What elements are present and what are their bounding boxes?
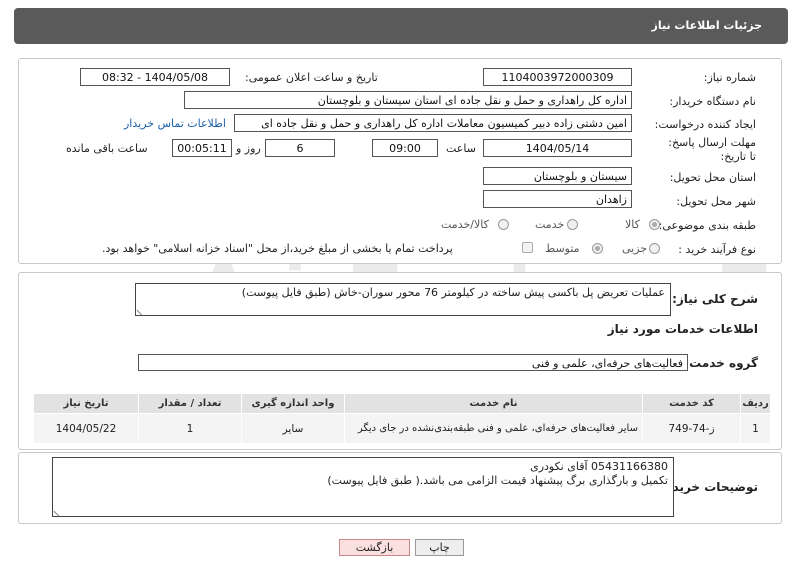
service-group-field: فعالیت‌های حرفه‌ای، علمی و فنی	[138, 354, 688, 371]
col-need-date: تاریخ نیاز	[33, 393, 139, 414]
col-service-code: کد خدمت	[642, 393, 741, 414]
process-option-minor: جزیی	[622, 242, 648, 255]
category-radio-service[interactable]	[567, 219, 578, 230]
page-title: جزئیات اطلاعات نیاز	[651, 19, 763, 32]
deadline-label: مهلت ارسال پاسخ: تا تاریخ:	[668, 136, 756, 163]
buyer-org-field: اداره کل راهداری و حمل و نقل جاده ای است…	[184, 91, 632, 109]
deadline-time-field: 09:00	[372, 139, 438, 157]
col-quantity: تعداد / مقدار	[138, 393, 242, 414]
city-field: زاهدان	[483, 190, 632, 208]
cell-quantity: 1	[138, 413, 242, 444]
cell-unit: سایر	[241, 413, 345, 444]
need-number-label: شماره نیاز:	[703, 71, 756, 84]
remaining-time-label: ساعت باقی مانده	[66, 142, 148, 155]
summary-textarea[interactable]: عملیات تعریض پل باکسی پیش ساخته در کیلوم…	[135, 283, 671, 316]
buyer-notes-textarea[interactable]: 05431166380 آقای نکودری تکمیل و بارگذاری…	[52, 457, 674, 517]
treasury-payment-checkbox[interactable]	[522, 242, 533, 253]
category-option-service: خدمت	[535, 218, 565, 231]
category-option-goods-service: کالا/خدمت	[441, 218, 489, 231]
process-radio-minor[interactable]	[649, 243, 660, 254]
col-unit: واحد اندازه گیری	[241, 393, 345, 414]
summary-text: عملیات تعریض پل باکسی پیش ساخته در کیلوم…	[241, 286, 665, 299]
category-option-goods: کالا	[625, 218, 640, 231]
cell-service-name: سایر فعالیت‌های حرفه‌ای، علمی و فنی طبقه…	[344, 413, 643, 444]
category-radio-goods[interactable]	[649, 219, 660, 230]
col-service-name: نام خدمت	[344, 393, 643, 414]
services-section-title: اطلاعات خدمات مورد نیاز	[607, 322, 758, 336]
announce-date-field: 1404/05/08 - 08:32	[80, 68, 230, 86]
buyer-notes-line-1: 05431166380 آقای نکودری	[530, 460, 668, 473]
creator-field: امین دشتی زاده دبیر کمیسیون معاملات ادار…	[234, 114, 632, 132]
process-label: نوع فرآیند خرید :	[678, 243, 756, 256]
need-number-field: 1104003972000309	[483, 68, 632, 86]
announce-date-label: تاریخ و ساعت اعلان عمومی:	[245, 71, 378, 84]
table-row: 1 ز-74-749 سایر فعالیت‌های حرفه‌ای، علمی…	[33, 413, 771, 444]
cell-service-code: ز-74-749	[642, 413, 741, 444]
days-remaining-field: 6	[265, 139, 335, 157]
creator-label: ایجاد کننده درخواست:	[654, 118, 756, 131]
remaining-time-field: 00:05:11	[172, 139, 232, 157]
category-radio-goods-service[interactable]	[498, 219, 509, 230]
days-label: روز و	[236, 142, 261, 155]
province-label: استان محل تحویل:	[669, 171, 756, 184]
resize-grip-icon[interactable]	[136, 305, 147, 316]
deadline-time-label: ساعت	[446, 142, 476, 155]
col-row-number: ردیف	[740, 393, 771, 414]
print-button[interactable]: چاپ	[415, 539, 464, 556]
table-header-row: ردیف کد خدمت نام خدمت واحد اندازه گیری ت…	[33, 393, 771, 414]
back-button[interactable]: بازگشت	[339, 539, 410, 556]
buyer-notes-line-2: تکمیل و بارگذاری برگ پیشنهاد قیمت الزامی…	[327, 474, 668, 487]
buyer-org-label: نام دستگاه خریدار:	[669, 95, 756, 108]
cell-row-number: 1	[740, 413, 771, 444]
process-option-medium: متوسط	[545, 242, 580, 255]
cell-need-date: 1404/05/22	[33, 413, 139, 444]
services-table: ردیف کد خدمت نام خدمت واحد اندازه گیری ت…	[33, 393, 771, 444]
category-label: طبقه بندی موضوعی:	[658, 219, 756, 232]
service-group-label: گروه خدمت:	[684, 356, 758, 370]
deadline-date-field: 1404/05/14	[483, 139, 632, 157]
city-label: شهر محل تحویل:	[676, 195, 756, 208]
buyer-contact-link[interactable]: اطلاعات تماس خریدار	[124, 117, 226, 130]
summary-label: شرح کلی نیاز:	[672, 292, 758, 306]
process-radio-medium[interactable]	[592, 243, 603, 254]
resize-grip-icon[interactable]	[53, 506, 64, 517]
treasury-payment-note: پرداخت تمام یا بخشی از مبلغ خرید،از محل …	[102, 242, 453, 255]
province-field: سیستان و بلوچستان	[483, 167, 632, 185]
